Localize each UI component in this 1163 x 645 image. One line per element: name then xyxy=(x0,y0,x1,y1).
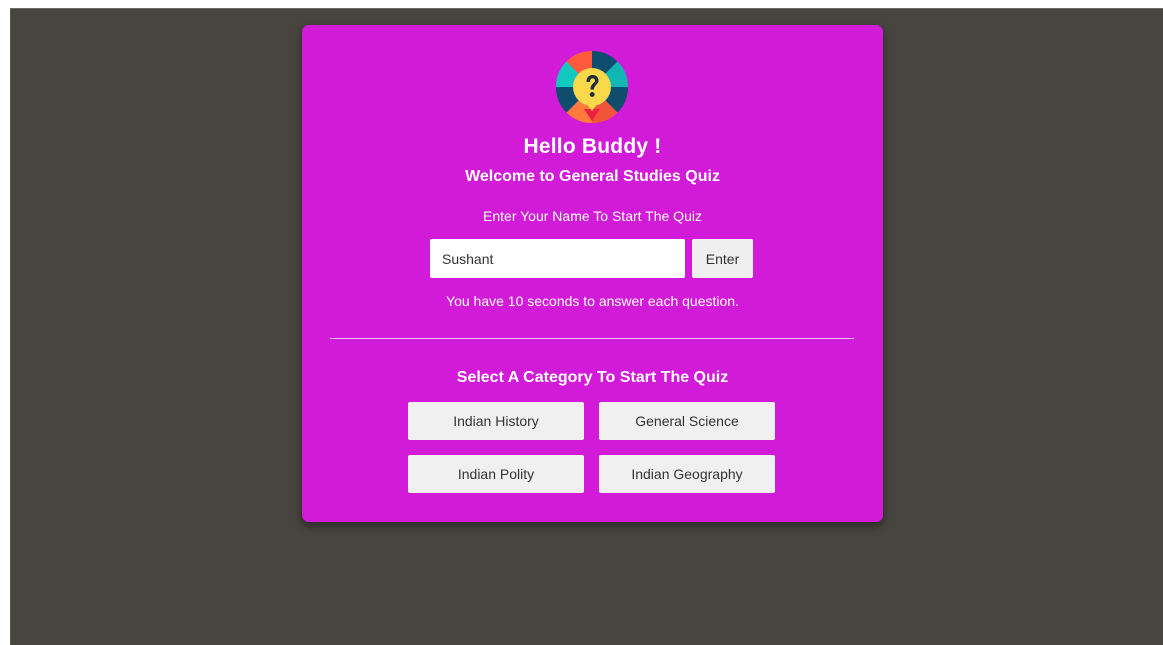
quiz-logo-icon xyxy=(556,51,628,123)
timer-note: You have 10 seconds to answer each quest… xyxy=(446,293,739,309)
quiz-subtitle: Welcome to General Studies Quiz xyxy=(465,168,720,185)
greeting-heading: Hello Buddy ! xyxy=(523,135,662,158)
category-button-indian-geography[interactable]: Indian Geography xyxy=(599,455,775,493)
section-divider xyxy=(330,338,854,339)
page-background: Hello Buddy ! Welcome to General Studies… xyxy=(10,8,1163,645)
category-heading: Select A Category To Start The Quiz xyxy=(456,369,729,386)
name-prompt-label: Enter Your Name To Start The Quiz xyxy=(483,208,702,224)
category-button-indian-polity[interactable]: Indian Polity xyxy=(408,455,584,493)
category-button-general-science[interactable]: General Science xyxy=(599,402,775,440)
category-button-indian-history[interactable]: Indian History xyxy=(408,402,584,440)
enter-button[interactable]: Enter xyxy=(692,239,753,278)
quiz-start-card: Hello Buddy ! Welcome to General Studies… xyxy=(302,25,883,522)
name-input[interactable] xyxy=(430,239,685,278)
